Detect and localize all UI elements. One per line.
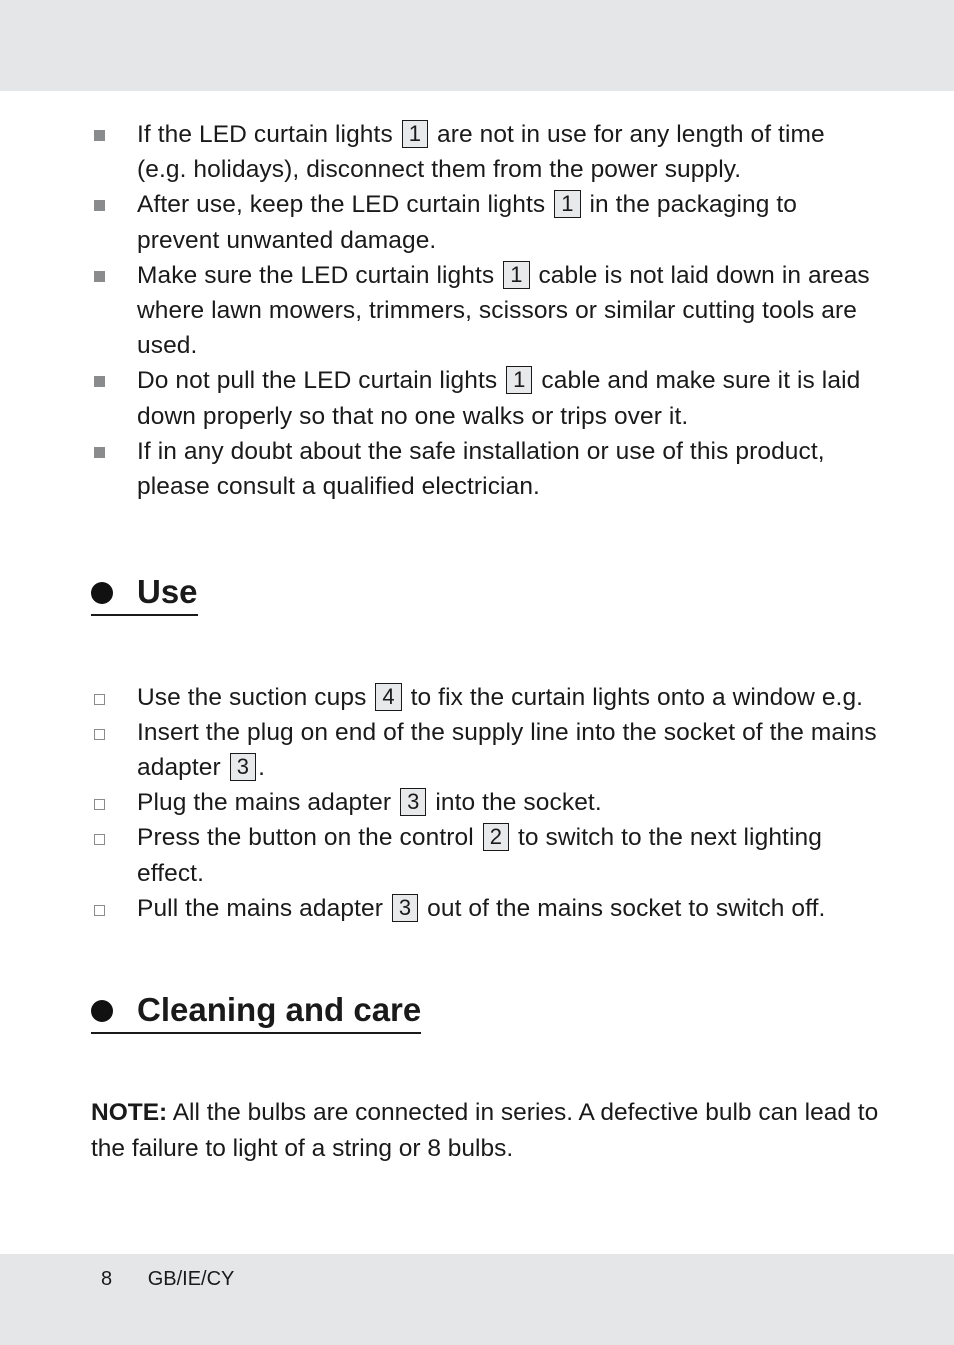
- filled-square-bullet-icon: [94, 130, 105, 141]
- part-reference-number: 3: [229, 753, 257, 782]
- filled-square-bullet-icon: [94, 270, 105, 282]
- item-text: Pull the mains adapter: [137, 894, 383, 922]
- use-heading-text: Use: [137, 573, 198, 611]
- item-text: After use, keep the LED curtain lights: [137, 191, 546, 219]
- safety-list: If the LED curtain lights 1 are not in u…: [91, 117, 881, 504]
- item-text: If the LED curtain lights: [137, 121, 393, 148]
- region-code: GB/IE/CY: [147, 1268, 235, 1290]
- use-step-item: Insert the plug on end of the supply lin…: [91, 715, 881, 785]
- use-step-item: Press the button on the control 2 to swi…: [91, 820, 881, 890]
- checkbox-square-icon: [94, 728, 105, 740]
- heading-bullet-icon: [91, 1000, 113, 1023]
- item-text: Press the button on the control: [137, 824, 474, 852]
- part-reference-number: 1: [506, 366, 533, 395]
- safety-list-item: If the LED curtain lights 1 are not in u…: [91, 117, 881, 187]
- part-reference-number: 1: [401, 120, 429, 148]
- filled-square-bullet-icon: [94, 446, 105, 458]
- safety-list-item: Make sure the LED curtain lights 1 cable…: [91, 258, 881, 364]
- item-text: If in any doubt about the safe installat…: [137, 437, 825, 501]
- use-step-item: Plug the mains adapter 3 into the socket…: [91, 785, 881, 820]
- use-step-item: Use the suction cups 4 to fix the curtai…: [91, 680, 881, 715]
- filled-square-bullet-icon: [94, 376, 105, 388]
- item-text: Do not pull the LED curtain lights: [137, 367, 498, 395]
- item-text: Use the suction cups: [137, 683, 367, 711]
- heading-bullet-icon: [91, 582, 113, 605]
- checkbox-square-icon: [94, 904, 105, 916]
- filled-square-bullet-icon: [94, 200, 105, 212]
- page-footer: 8 GB/IE/CY: [101, 1268, 264, 1291]
- part-reference-number: 1: [503, 260, 530, 289]
- item-text-continued: to fix the curtain lights onto a window …: [410, 683, 864, 711]
- header-band: [0, 0, 954, 91]
- part-reference-number: 1: [554, 190, 581, 219]
- checkbox-square-icon: [94, 799, 105, 811]
- cleaning-heading-text: Cleaning and care: [137, 991, 422, 1029]
- safety-list-item: After use, keep the LED curtain lights 1…: [91, 187, 881, 257]
- item-text-continued: .: [258, 754, 265, 782]
- note-paragraph: NOTE: All the bulbs are connected in ser…: [91, 1095, 881, 1167]
- safety-list-item: Do not pull the LED curtain lights 1 cab…: [91, 363, 881, 433]
- part-reference-number: 4: [375, 682, 402, 711]
- part-reference-number: 3: [400, 788, 427, 817]
- page-number: 8: [101, 1268, 113, 1290]
- checkbox-square-icon: [94, 693, 105, 705]
- safety-list-item: If in any doubt about the safe installat…: [91, 434, 881, 504]
- part-reference-number: 2: [482, 823, 510, 852]
- item-text-continued: out of the mains socket to switch off.: [427, 894, 826, 922]
- use-heading: Use: [91, 572, 198, 617]
- item-text-continued: into the socket.: [435, 789, 602, 817]
- use-steps-list: Use the suction cups 4 to fix the curtai…: [91, 680, 881, 926]
- checkbox-square-icon: [94, 834, 105, 846]
- item-text: Plug the mains adapter: [137, 789, 392, 817]
- note-label: NOTE:: [91, 1099, 168, 1127]
- use-step-item: Pull the mains adapter 3 out of the main…: [91, 891, 881, 926]
- part-reference-number: 3: [391, 893, 419, 922]
- cleaning-heading: Cleaning and care: [91, 990, 422, 1035]
- note-text: All the bulbs are connected in series. A…: [91, 1099, 879, 1163]
- page-content: If the LED curtain lights 1 are not in u…: [91, 117, 881, 1192]
- item-text: Make sure the LED curtain lights: [137, 261, 495, 289]
